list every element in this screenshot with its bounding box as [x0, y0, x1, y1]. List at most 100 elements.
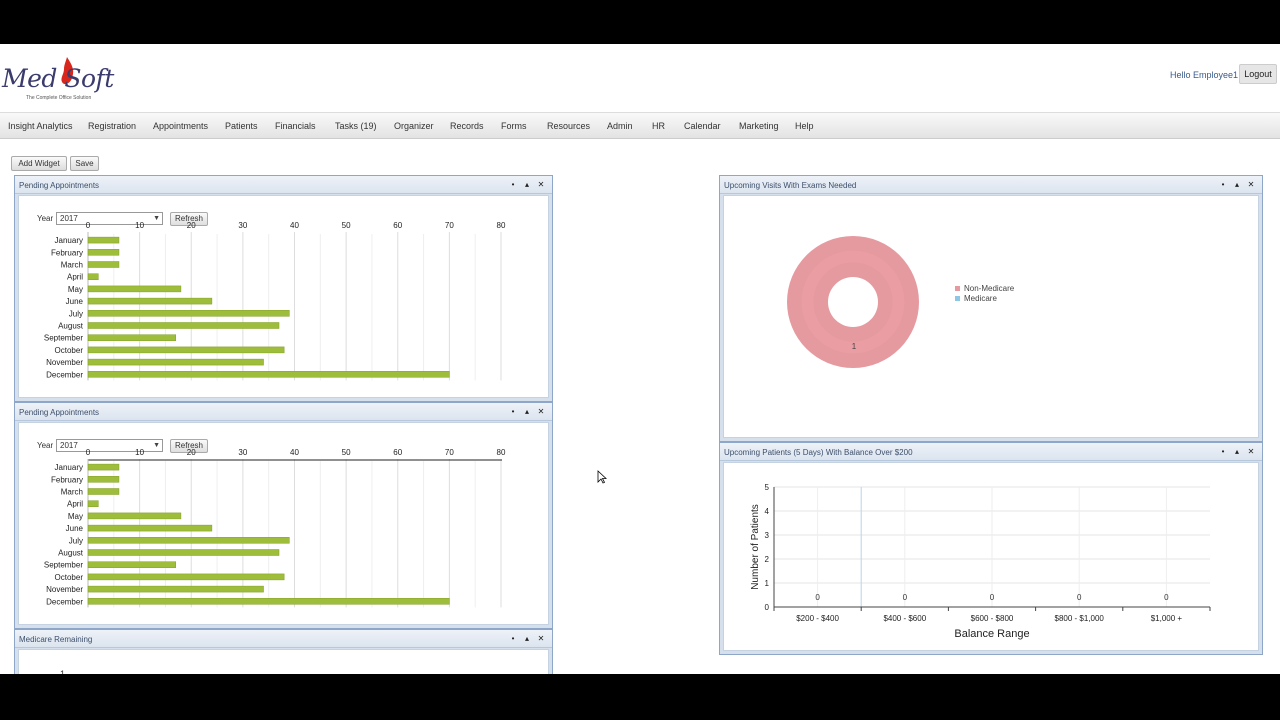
- balance-widget: Upcoming Patients (5 Days) With Balance …: [719, 442, 1263, 655]
- data-label: 0: [815, 593, 820, 602]
- pending-appointments-chart: 0 10 20 30 40 50 60 70 80 January February March Apr…: [44, 448, 506, 608]
- close-icon[interactable]: ✕: [1246, 447, 1256, 456]
- widget-body: 0 1 2 3 4 5 0 $200 - $400 0 $400 - $600 0 $600 - $8…: [723, 462, 1259, 651]
- category-label: July: [69, 309, 83, 318]
- nav-patients[interactable]: Patients: [225, 121, 258, 131]
- widget-header[interactable]: Upcoming Visits With Exams Needed • ▴ ✕: [720, 176, 1262, 194]
- upcoming-visits-widget: Upcoming Visits With Exams Needed • ▴ ✕ …: [719, 175, 1263, 442]
- category-label: August: [58, 322, 84, 331]
- category-label: April: [67, 500, 83, 509]
- maximize-icon[interactable]: ▴: [522, 407, 532, 416]
- bar-march: [87, 261, 120, 268]
- x-tick-label: 30: [238, 448, 247, 457]
- x-tick-label: 80: [497, 221, 506, 230]
- x-tick-label: 50: [342, 448, 351, 457]
- widget-header[interactable]: Medicare Remaining • ▴ ✕: [15, 630, 552, 648]
- bar-may: [87, 285, 182, 293]
- maximize-icon[interactable]: ▴: [522, 180, 532, 189]
- nav-calendar[interactable]: Calendar: [684, 121, 721, 131]
- nav-resources[interactable]: Resources: [547, 121, 590, 131]
- medicare-axis-tick: 1: [60, 669, 66, 674]
- minimize-icon[interactable]: •: [1218, 447, 1228, 456]
- nav-organizer[interactable]: Organizer: [394, 121, 434, 131]
- bar-july: [87, 310, 290, 317]
- minimize-icon[interactable]: •: [508, 180, 518, 189]
- minimize-icon[interactable]: •: [508, 407, 518, 416]
- nav-help[interactable]: Help: [795, 121, 814, 131]
- x-tick-label: 0: [86, 448, 91, 457]
- bar-april: [87, 273, 99, 280]
- widget-header[interactable]: Pending Appointments • ▴ ✕: [15, 403, 552, 421]
- maximize-icon[interactable]: ▴: [1232, 180, 1242, 189]
- bar-january: [87, 236, 120, 244]
- x-tick-label: 60: [393, 221, 402, 230]
- category-label: March: [61, 488, 83, 497]
- x-tick-label: 50: [342, 221, 351, 230]
- data-label: 0: [1164, 593, 1169, 602]
- bar-november: [87, 358, 264, 366]
- x-tick-label: 0: [86, 221, 91, 230]
- nav-marketing[interactable]: Marketing: [739, 121, 779, 131]
- widget-title: Upcoming Patients (5 Days) With Balance …: [724, 448, 913, 457]
- nav-insight-analytics[interactable]: Insight Analytics: [8, 121, 73, 131]
- x-axis-title: Balance Range: [954, 628, 1029, 640]
- bar-april: [87, 500, 99, 507]
- category-label: February: [51, 248, 83, 257]
- nav-forms[interactable]: Forms: [501, 121, 527, 131]
- category-label: September: [44, 334, 83, 343]
- widget-body: Year 2017 ▼ Refresh 0 10 20 30 40 50 60 70 80 Jan…: [18, 195, 549, 398]
- widget-title: Pending Appointments: [19, 408, 100, 417]
- x-tick-label: 80: [497, 448, 506, 457]
- app-screen: Med Soft The Complete Office Solution He…: [0, 44, 1280, 674]
- add-widget-button[interactable]: Add Widget: [11, 156, 67, 171]
- y-tick-label: 5: [765, 483, 770, 492]
- nav-hr[interactable]: HR: [652, 121, 665, 131]
- x-tick-label: 70: [445, 448, 454, 457]
- category-label: October: [55, 573, 84, 582]
- category-label: May: [68, 285, 83, 294]
- nav-registration[interactable]: Registration: [88, 121, 136, 131]
- nav-records[interactable]: Records: [450, 121, 484, 131]
- x-tick-label: 20: [187, 221, 196, 230]
- bar-october: [87, 573, 285, 581]
- bar-december: [87, 371, 450, 378]
- y-axis-title: Number of Patients: [750, 504, 761, 590]
- nav-admin[interactable]: Admin: [607, 121, 633, 131]
- nav-tasks[interactable]: Tasks (19): [335, 121, 377, 131]
- x-tick-label: 60: [393, 448, 402, 457]
- medsoft-logo[interactable]: Med Soft The Complete Office Solution: [2, 50, 122, 101]
- save-button[interactable]: Save: [70, 156, 99, 171]
- main-nav: Insight Analytics Registration Appointme…: [0, 112, 1280, 139]
- x-tick-label: 40: [290, 221, 299, 230]
- bar-october: [87, 346, 285, 354]
- maximize-icon[interactable]: ▴: [1232, 447, 1242, 456]
- minimize-icon[interactable]: •: [1218, 180, 1228, 189]
- y-tick-label: 4: [765, 507, 770, 516]
- nav-appointments[interactable]: Appointments: [153, 121, 208, 131]
- x-tick-label: 40: [290, 448, 299, 457]
- bar-june: [87, 297, 213, 305]
- nav-financials[interactable]: Financials: [275, 121, 316, 131]
- bar-september: [87, 334, 177, 341]
- close-icon[interactable]: ✕: [536, 407, 546, 416]
- category-label: June: [66, 524, 84, 533]
- x-tick-label: 10: [135, 448, 144, 457]
- pending-appointments-chart: 0 10 20 30 40 50 60 70 80 January February March Apr…: [44, 221, 506, 381]
- mouse-cursor-icon: [597, 470, 607, 484]
- close-icon[interactable]: ✕: [536, 180, 546, 189]
- maximize-icon[interactable]: ▴: [522, 634, 532, 643]
- minimize-icon[interactable]: •: [508, 634, 518, 643]
- bar-september: [87, 561, 177, 568]
- x-tick-label: 20: [187, 448, 196, 457]
- close-icon[interactable]: ✕: [536, 634, 546, 643]
- y-tick-label: 2: [765, 555, 770, 564]
- close-icon[interactable]: ✕: [1246, 180, 1256, 189]
- x-category-label: $400 - $600: [883, 614, 926, 623]
- widget-header[interactable]: Upcoming Patients (5 Days) With Balance …: [720, 443, 1262, 461]
- bar-february: [87, 476, 120, 483]
- x-category-label: $200 - $400: [796, 614, 839, 623]
- logout-button[interactable]: Logout: [1239, 64, 1277, 84]
- pending-appointments-widget: Pending Appointments • ▴ ✕ Year 2017 ▼ R…: [14, 175, 553, 402]
- donut-chart: 1 Non-MedicareMedicare: [787, 236, 1015, 368]
- widget-header[interactable]: Pending Appointments • ▴ ✕: [15, 176, 552, 194]
